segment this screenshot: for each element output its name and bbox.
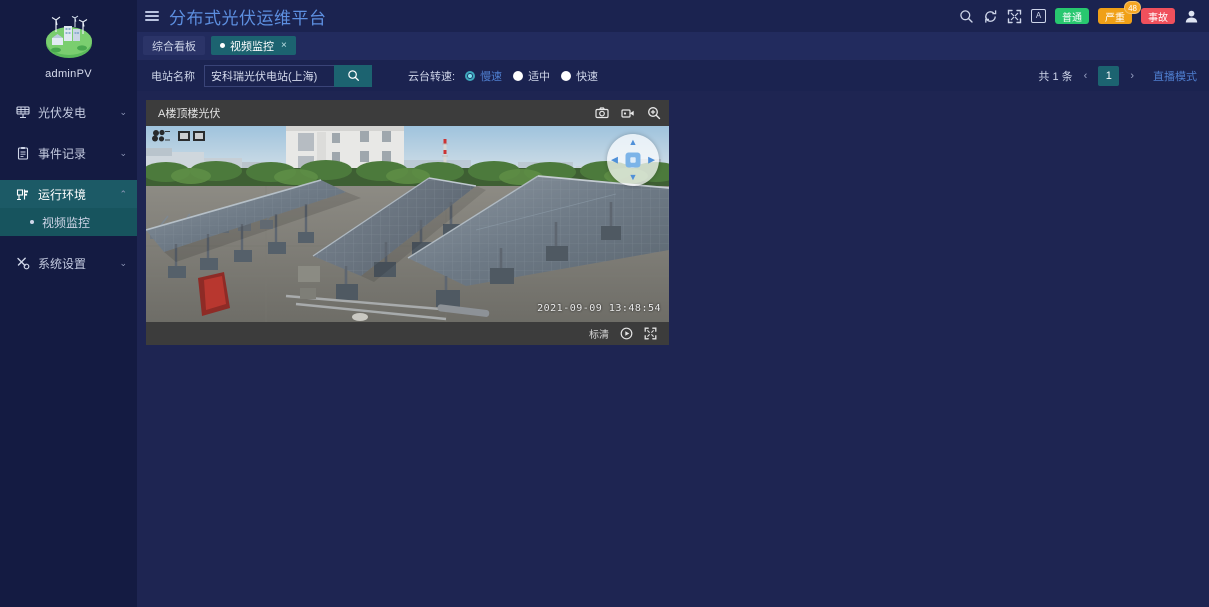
live-mode-link[interactable]: 直播模式 [1153,68,1197,84]
pv-globe-logo-icon [42,10,96,64]
sidebar: adminPV 光伏发电 ⌄ 事件记录 ⌄ 运行环境 ⌃ 视频监控 系统设置 ⌄ [0,0,137,607]
sidebar-logo-block: adminPV [0,0,137,86]
station-name-input[interactable] [204,64,334,87]
ptz-speed-label: 云台转速: [408,70,456,83]
top-header: 分布式光伏运维平台 A 普通 严重 48 事故 [137,0,1209,32]
chevron-down-icon: ⌄ [119,257,127,268]
pagination-next-icon[interactable]: › [1128,70,1136,82]
tools-icon [16,256,30,270]
pagination: 共 1 条 ‹ 1 › 直播模式 [1038,65,1197,86]
status-badge-accident[interactable]: 事故 [1141,8,1175,24]
video-timestamp: 2021-09-09 13:48:54 [537,303,661,314]
sidebar-item-label: 运行环境 [38,187,87,202]
video-stage[interactable]: ▲ ▼ ◀ ▶ 2021-09-09 13:48:54 [146,126,669,322]
user-avatar-icon[interactable] [1184,9,1199,24]
status-badge-label: 严重 [1105,12,1125,24]
zoom-in-icon[interactable] [647,106,661,120]
ptz-down-icon[interactable]: ▼ [629,173,638,182]
radio-circle-icon [465,70,476,81]
solar-panel-icon [16,105,30,119]
camera-title: A楼顶楼光伏 [158,108,221,120]
refresh-icon[interactable] [983,9,998,24]
menu-spacer [0,126,137,139]
content-area: A楼顶楼光伏 ▲ ▼ ◀ ▶ 2021-09-09 13:48:54 标清 [137,91,1209,607]
tab-bar: 综合看板 视频监控 × [137,32,1209,59]
radio-circle-icon [513,70,524,81]
sidebar-item-label: 系统设置 [38,256,87,271]
status-badge-severe[interactable]: 严重 48 [1098,1,1141,24]
ptz-left-icon[interactable]: ◀ [611,155,618,165]
sidebar-subitem-label: 视频监控 [42,215,91,230]
filter-toolbar: 电站名称 云台转速: 慢速 适中 [137,59,1209,91]
status-badge-count: 48 [1124,1,1141,14]
ptz-speed-option-slow[interactable]: 慢速 [465,68,502,84]
app-root: adminPV 光伏发电 ⌄ 事件记录 ⌄ 运行环境 ⌃ 视频监控 系统设置 ⌄… [0,0,1209,607]
sidebar-item-label: 事件记录 [38,146,87,161]
status-badge-normal[interactable]: 普通 [1055,8,1089,24]
ptz-control-pad[interactable]: ▲ ▼ ◀ ▶ [607,134,659,186]
sidebar-username: adminPV [45,68,92,80]
chevron-down-icon: ⌄ [119,147,127,158]
fullscreen-icon[interactable] [1007,9,1022,24]
video-card: A楼顶楼光伏 ▲ ▼ ◀ ▶ 2021-09-09 13:48:54 标清 [146,100,669,345]
page-title: 分布式光伏运维平台 [169,8,327,28]
main-area: 分布式光伏运维平台 A 普通 严重 48 事故 综合看板 视频监控 × 电站名称… [137,0,1209,607]
pagination-page-1[interactable]: 1 [1098,65,1120,86]
status-badge-label: 普通 [1062,12,1082,24]
radio-label: 慢速 [480,70,503,83]
environment-icon [16,187,30,201]
station-search-group [204,64,372,87]
tab-video-surveillance[interactable]: 视频监控 × [211,36,296,55]
ptz-speed-option-medium[interactable]: 适中 [513,68,550,84]
header-actions: A 普通 严重 48 事故 [959,1,1199,24]
status-badge-label: 事故 [1148,12,1168,24]
sidebar-item-pv-generation[interactable]: 光伏发电 ⌄ [0,98,137,126]
language-icon[interactable]: A [1031,9,1046,23]
pagination-total: 共 1 条 [1038,70,1073,83]
fullscreen-icon[interactable] [644,327,657,340]
sidebar-menu: 光伏发电 ⌄ 事件记录 ⌄ 运行环境 ⌃ 视频监控 系统设置 ⌄ [0,98,137,277]
station-name-label: 电站名称 [151,70,195,83]
snapshot-camera-icon[interactable] [595,106,609,120]
tab-label: 综合看板 [152,40,196,53]
ptz-right-icon[interactable]: ▶ [648,155,655,165]
video-card-header: A楼顶楼光伏 [146,100,669,126]
radio-label: 快速 [576,70,599,83]
chevron-up-icon: ⌃ [119,188,127,199]
ptz-speed-option-fast[interactable]: 快速 [561,68,598,84]
chevron-down-icon: ⌄ [119,106,127,117]
search-button[interactable] [334,64,372,87]
play-circle-icon[interactable] [620,327,633,340]
record-video-icon[interactable] [621,106,635,120]
sidebar-item-label: 光伏发电 [38,105,87,120]
tab-label: 视频监控 [230,40,274,53]
clipboard-icon [16,146,30,160]
hamburger-icon[interactable] [145,9,161,23]
video-card-footer: 标清 [146,322,669,345]
video-header-tools [595,106,661,120]
ptz-up-icon[interactable]: ▲ [629,138,638,147]
pagination-prev-icon[interactable]: ‹ [1082,70,1090,82]
ptz-center-button[interactable] [625,152,641,168]
sidebar-item-operating-environment[interactable]: 运行环境 ⌃ [0,180,137,208]
camera-watermark-icon [151,129,206,142]
menu-spacer [0,236,137,249]
tab-active-dot-icon [220,43,225,48]
video-frame-image [146,126,669,322]
menu-spacer [0,167,137,180]
sidebar-item-system-settings[interactable]: 系统设置 ⌄ [0,249,137,277]
radio-label: 适中 [528,70,551,83]
stream-quality-label[interactable]: 标清 [589,326,609,341]
radio-circle-icon [561,70,572,81]
tab-dashboard[interactable]: 综合看板 [143,36,205,55]
tab-close-icon[interactable]: × [281,40,287,51]
bullet-dot-icon [30,220,34,224]
sidebar-item-event-log[interactable]: 事件记录 ⌄ [0,139,137,167]
ptz-speed-group: 云台转速: 慢速 适中 快速 [408,68,609,84]
sidebar-item-video-surveillance[interactable]: 视频监控 [0,208,137,236]
search-icon[interactable] [959,9,974,24]
